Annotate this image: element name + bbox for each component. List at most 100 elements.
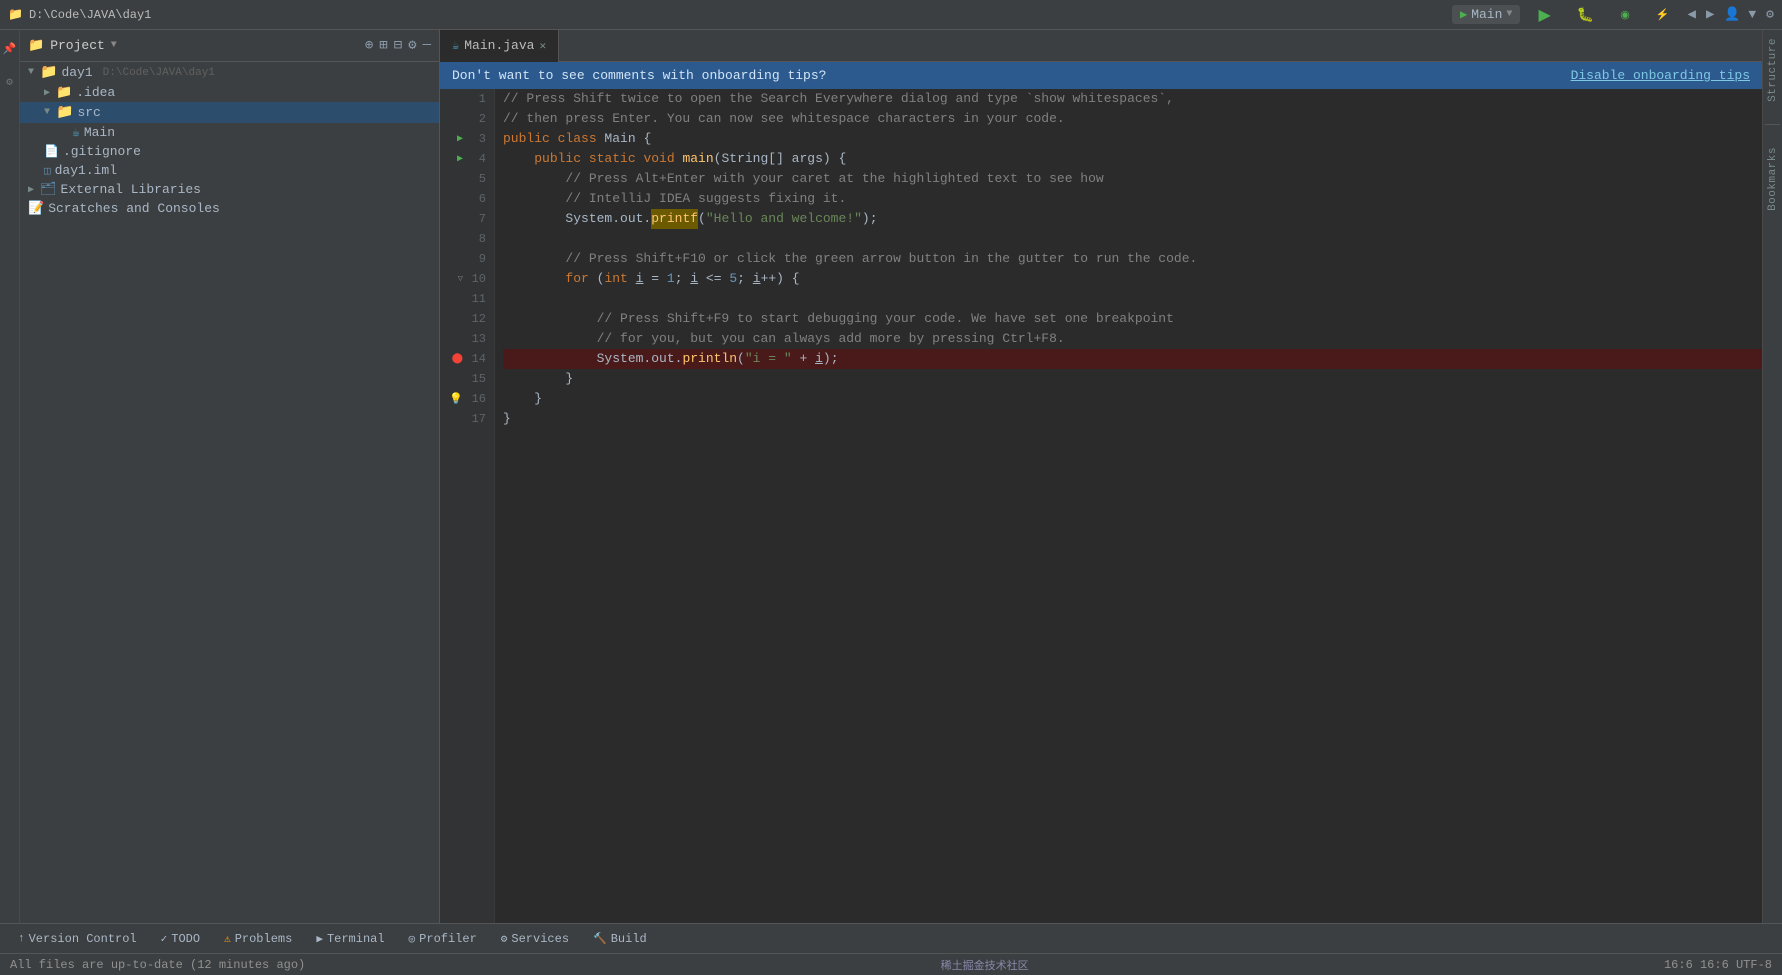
tree-item-src[interactable]: ▼ 📁 src — [20, 102, 439, 123]
nav-forward-icon[interactable]: ▶ — [1706, 6, 1714, 23]
gutter-line-15: 15 — [440, 369, 494, 389]
code-line-15: } — [503, 369, 1762, 389]
bookmarks-panel-label[interactable]: Bookmarks — [1767, 147, 1779, 211]
idea-expand-arrow: ▶ — [44, 87, 50, 99]
terminal-tab[interactable]: ▶ Terminal — [306, 929, 394, 949]
profile-button[interactable]: ⚡ — [1648, 6, 1678, 23]
project-tree: ▼ 📁 day1 D:\Code\JAVA\day1 ▶ 📁 .idea ▼ 📁… — [20, 62, 439, 218]
project-title-group: 📁 Project ▼ — [28, 38, 117, 53]
tree-item-scratches[interactable]: 📝 Scratches and Consoles — [20, 199, 439, 218]
structure-panel-label[interactable]: Structure — [1767, 38, 1779, 102]
day1-label: day1 — [61, 65, 92, 80]
todo-icon: ✓ — [161, 932, 168, 946]
run-button[interactable]: ▶ — [1530, 3, 1558, 27]
project-path: D:\Code\JAVA\day1 — [29, 8, 151, 22]
scratches-icon: 📝 — [28, 201, 44, 216]
disable-onboarding-btn[interactable]: Disable onboarding tips — [1571, 68, 1750, 83]
breakpoint-icon[interactable]: ⬤ — [452, 353, 463, 365]
gutter-line-4: ▶4 — [440, 149, 494, 169]
idea-folder-icon: 📁 — [56, 85, 72, 100]
scratches-label: Scratches and Consoles — [48, 201, 220, 216]
code-editor[interactable]: 1 2 ▶3 ▶4 5 6 7 8 9 ▽10 11 12 13 ⬤14 15 … — [440, 89, 1762, 923]
gutter-line-10: ▽10 — [440, 269, 494, 289]
ext-libs-expand-arrow: ▶ — [28, 184, 34, 196]
iml-icon: ◫ — [44, 164, 51, 178]
todo-label: TODO — [171, 932, 200, 946]
tree-item-idea[interactable]: ▶ 📁 .idea — [20, 83, 439, 102]
collapse-icon[interactable]: ⊟ — [394, 37, 402, 54]
debug-button[interactable]: 🐛 — [1569, 4, 1602, 25]
todo-tab[interactable]: ✓ TODO — [151, 929, 210, 949]
settings-gear-icon[interactable]: ⚙ — [408, 37, 416, 54]
code-content[interactable]: // Press Shift twice to open the Search … — [495, 89, 1762, 923]
project-dropdown-icon[interactable]: ▼ — [111, 40, 117, 51]
gutter-line-17: 17 — [440, 409, 494, 429]
version-control-tab[interactable]: ↑ Version Control — [8, 929, 147, 949]
nav-back-icon[interactable]: ◀ — [1688, 6, 1696, 23]
project-folder-icon: 📁 — [28, 38, 44, 53]
run-config[interactable]: ▶ Main ▼ — [1452, 5, 1520, 24]
main-layout: 📌 ⚙ 📁 Project ▼ ⊕ ⊞ ⊟ ⚙ — ▼ 📁 da — [0, 30, 1782, 923]
version-control-label: Version Control — [29, 932, 137, 946]
status-right: 16:6 16:6 UTF-8 — [1664, 958, 1772, 972]
problems-icon: ⚠ — [224, 932, 231, 946]
left-strip-icon-1[interactable]: 📌 — [1, 40, 19, 58]
run-config-label: Main — [1471, 7, 1502, 22]
tree-item-day1iml[interactable]: ◫ day1.iml — [20, 161, 439, 180]
day1-expand-arrow: ▼ — [28, 67, 34, 78]
project-header: 📁 Project ▼ ⊕ ⊞ ⊟ ⚙ — — [20, 30, 439, 62]
profiler-tab[interactable]: ◎ Profiler — [399, 929, 487, 949]
problems-label: Problems — [235, 932, 293, 946]
gutter-line-6: 6 — [440, 189, 494, 209]
gutter-line-5: 5 — [440, 169, 494, 189]
code-line-2: // then press Enter. You can now see whi… — [503, 109, 1762, 129]
right-side-panel: Structure Bookmarks — [1762, 30, 1782, 923]
code-line-1: // Press Shift twice to open the Search … — [503, 89, 1762, 109]
gutter-line-16: 💡16 — [440, 389, 494, 409]
onboarding-text: Don't want to see comments with onboardi… — [452, 68, 826, 83]
tree-item-day1[interactable]: ▼ 📁 day1 D:\Code\JAVA\day1 — [20, 62, 439, 83]
ext-libs-label: External Libraries — [61, 182, 201, 197]
tree-item-main[interactable]: ☕ Main — [20, 123, 439, 142]
tab-bar: ☕ Main.java ✕ — [440, 30, 1762, 62]
locate-icon[interactable]: ⊕ — [365, 37, 373, 54]
day1-icon: 📁 — [8, 7, 23, 22]
project-panel: 📁 Project ▼ ⊕ ⊞ ⊟ ⚙ — ▼ 📁 day1 D:\Code\J… — [20, 30, 440, 923]
user-icon[interactable]: 👤 ▼ — [1724, 7, 1756, 22]
coverage-button[interactable]: ◉ — [1612, 6, 1638, 23]
bottom-toolbar: ↑ Version Control ✓ TODO ⚠ Problems ▶ Te… — [0, 923, 1782, 953]
code-line-14: System.out.println("i = " + i); — [503, 349, 1762, 369]
editor-area: ☕ Main.java ✕ Don't want to see comments… — [440, 30, 1762, 923]
title-bar-left: 📁 D:\Code\JAVA\day1 — [8, 7, 151, 22]
tab-close-button[interactable]: ✕ — [539, 39, 546, 53]
left-strip: 📌 ⚙ — [0, 30, 20, 923]
code-line-16: } — [503, 389, 1762, 409]
services-label: Services — [511, 932, 569, 946]
tree-item-gitignore[interactable]: 📄 .gitignore — [20, 142, 439, 161]
main-java-tab[interactable]: ☕ Main.java ✕ — [440, 30, 559, 62]
settings-icon[interactable]: ⚙ — [1766, 7, 1774, 22]
build-tab[interactable]: 🔨 Build — [583, 929, 657, 949]
profiler-icon: ◎ — [409, 932, 416, 946]
code-line-6: // IntelliJ IDEA suggests fixing it. — [503, 189, 1762, 209]
main-java-icon: ☕ — [72, 125, 80, 140]
code-line-10: for (int i = 1; i <= 5; i++) { — [503, 269, 1762, 289]
minimize-icon[interactable]: — — [423, 37, 431, 54]
run-config-icon: ▶ — [1460, 7, 1467, 22]
gutter-line-9: 9 — [440, 249, 494, 269]
build-label: Build — [611, 932, 647, 946]
lightbulb-icon[interactable]: 💡 — [449, 392, 463, 406]
problems-tab[interactable]: ⚠ Problems — [214, 929, 302, 949]
left-strip-icon-2[interactable]: ⚙ — [1, 73, 19, 91]
gitignore-label: .gitignore — [63, 144, 141, 159]
gutter-line-2: 2 — [440, 109, 494, 129]
gutter-line-12: 12 — [440, 309, 494, 329]
tab-filename: Main.java — [464, 38, 534, 53]
src-label: src — [77, 105, 100, 120]
expand-icon[interactable]: ⊞ — [379, 37, 387, 54]
code-line-13: // for you, but you can always add more … — [503, 329, 1762, 349]
title-bar-right: ▶ Main ▼ ▶ 🐛 ◉ ⚡ ◀ ▶ 👤 ▼ ⚙ — [1452, 3, 1774, 27]
services-tab[interactable]: ⚙ Services — [491, 929, 579, 949]
code-line-3: public class Main { — [503, 129, 1762, 149]
tree-item-ext-libs[interactable]: ▶ 🗂 External Libraries — [20, 180, 439, 199]
